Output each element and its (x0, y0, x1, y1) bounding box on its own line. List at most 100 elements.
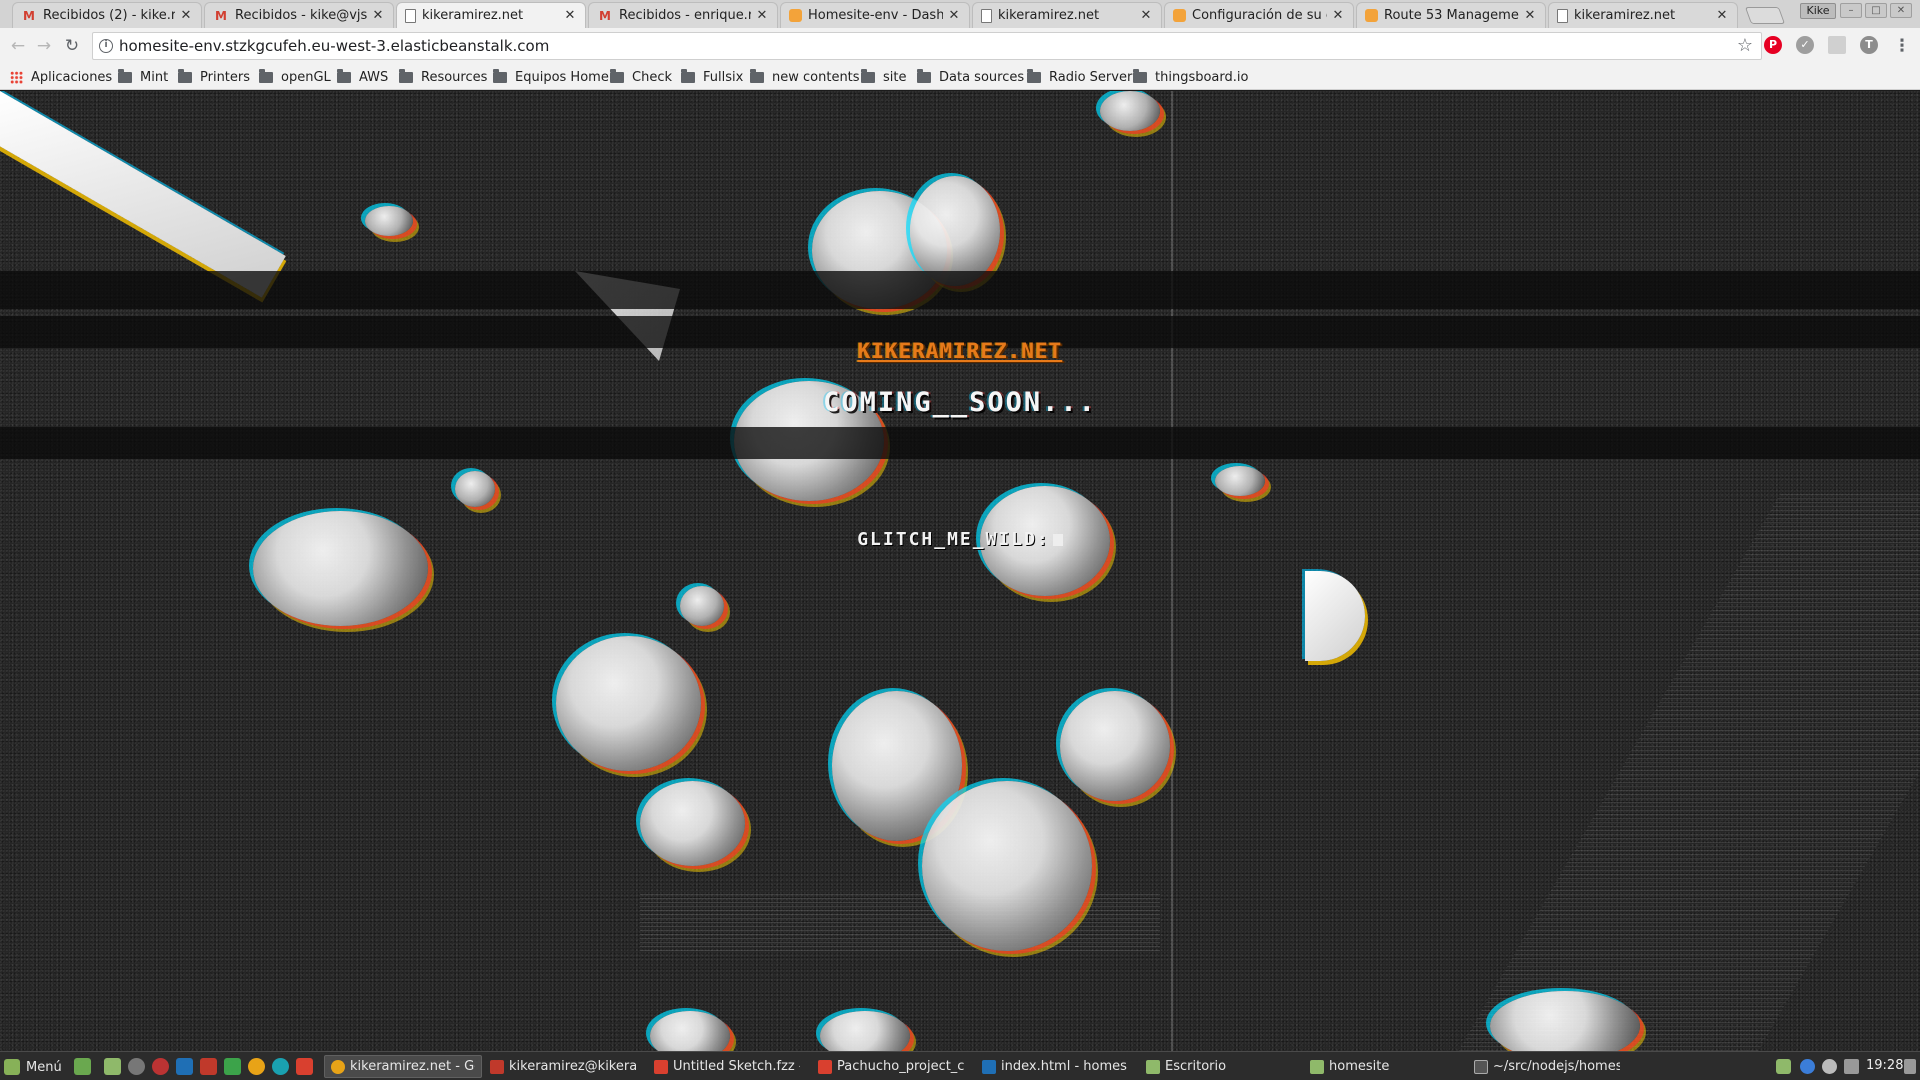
bookmark-folder[interactable]: Data sources (917, 68, 1024, 86)
bookmark-folder[interactable]: new contents (750, 68, 860, 86)
extension-grid-icon[interactable] (1828, 36, 1846, 54)
forward-arrow-icon[interactable]: → (34, 36, 54, 56)
tab-gmail-1[interactable]: M Recibidos (2) - kike.ram ✕ (12, 2, 202, 28)
maximize-icon[interactable]: □ (1865, 3, 1887, 18)
bookmark-folder[interactable]: Resources (399, 68, 487, 86)
close-tab-icon[interactable]: ✕ (755, 8, 769, 23)
user-icon[interactable] (1822, 1059, 1837, 1074)
tab-title: Recibidos - kike@vjspai (235, 8, 367, 23)
bookmark-apps[interactable]: Aplicaciones (10, 68, 112, 86)
back-arrow-icon[interactable]: ← (8, 36, 28, 56)
task-chrome[interactable]: kikeramirez.net - Go... (324, 1055, 482, 1078)
bookmark-folder[interactable]: Equipos Home (493, 68, 609, 86)
glitch-blob (556, 636, 701, 771)
bookmark-folder[interactable]: site (861, 68, 906, 86)
glitch-shard (0, 91, 286, 298)
task-fritzing-sketch[interactable]: Untitled Sketch.fzz - ... (648, 1055, 806, 1078)
task-label: index.html - homesit... (1001, 1059, 1128, 1074)
bluetooth-icon[interactable] (1800, 1059, 1815, 1074)
task-label: homesite (1329, 1059, 1390, 1074)
show-desktop-icon[interactable] (74, 1058, 91, 1075)
bookmark-folder[interactable]: Check (610, 68, 672, 86)
url-text[interactable]: homesite-env.stzkgcufeh.eu-west-3.elasti… (119, 37, 549, 55)
aws-icon (789, 9, 802, 22)
close-tab-icon[interactable]: ✕ (371, 8, 385, 23)
bookmark-folder[interactable]: thingsboard.io (1133, 68, 1248, 86)
files-icon[interactable] (104, 1058, 121, 1075)
fritzing-icon[interactable] (296, 1058, 313, 1075)
menu-kebab-icon[interactable]: ⋮ (1892, 36, 1912, 56)
bookmark-folder[interactable]: Fullsix (681, 68, 743, 86)
tab-gmail-3[interactable]: M Recibidos - enrique.ram ✕ (588, 2, 778, 28)
start-menu-button[interactable]: Menú (4, 1057, 62, 1077)
bookmark-folder[interactable]: openGL (259, 68, 331, 86)
close-tab-icon[interactable]: ✕ (1331, 8, 1345, 23)
close-tab-icon[interactable]: ✕ (563, 8, 577, 23)
tab-kikeramirez-3[interactable]: kikeramirez.net ✕ (1548, 2, 1738, 28)
folder-icon (178, 68, 192, 83)
network-icon[interactable] (1844, 1059, 1859, 1074)
task-terminal-nodejs[interactable]: ~/src/nodejs/homesi... (1468, 1055, 1626, 1078)
app-launcher-icon[interactable] (224, 1058, 241, 1075)
bookmark-folder[interactable]: Mint (118, 68, 168, 86)
tab-homesite-dashboard[interactable]: Homesite-env - Dashbo ✕ (780, 2, 970, 28)
close-tab-icon[interactable]: ✕ (1523, 8, 1537, 23)
task-terminal[interactable]: kikeramirez@kikera... (484, 1055, 642, 1078)
address-bar[interactable]: i homesite-env.stzkgcufeh.eu-west-3.elas… (92, 32, 1762, 60)
folder-icon (259, 68, 273, 83)
task-folder-homesite[interactable]: homesite (1304, 1055, 1462, 1078)
tab-route53[interactable]: Route 53 Management ✕ (1356, 2, 1546, 28)
volume-icon[interactable] (1904, 1059, 1916, 1074)
app-launcher-icon[interactable] (152, 1058, 169, 1075)
translate-icon[interactable]: T (1860, 36, 1878, 54)
app-launcher-icon[interactable] (200, 1058, 217, 1075)
chrome-icon[interactable] (248, 1058, 265, 1075)
pinterest-icon[interactable]: P (1764, 36, 1782, 54)
bookmark-folder[interactable]: Radio Server (1027, 68, 1132, 86)
bookmark-folder[interactable]: AWS (337, 68, 388, 86)
bookmark-star-icon[interactable]: ☆ (1737, 35, 1753, 56)
shield-icon[interactable] (1776, 1059, 1791, 1074)
arduino-icon[interactable] (272, 1058, 289, 1075)
glitch-prompt[interactable]: GLITCH_ME_WILD: (0, 529, 1920, 550)
bookmark-label: Data sources (939, 69, 1025, 85)
close-window-icon[interactable]: ✕ (1890, 3, 1912, 18)
close-tab-icon[interactable]: ✕ (947, 8, 961, 23)
glitch-blob (680, 586, 724, 626)
clock-app-icon[interactable] (128, 1058, 145, 1075)
minimize-icon[interactable]: – (1840, 3, 1862, 18)
folder-icon (750, 68, 764, 83)
tab-title: Recibidos - enrique.ram (619, 8, 751, 23)
folder-icon (1310, 1059, 1324, 1074)
folder-icon (1027, 68, 1041, 83)
task-fritzing-project[interactable]: Pachucho_project_c... (812, 1055, 970, 1078)
tab-title: kikeramirez.net (1574, 8, 1676, 23)
clock[interactable]: 19:28 (1866, 1058, 1903, 1073)
glitch-blob (640, 781, 745, 866)
close-tab-icon[interactable]: ✕ (1715, 8, 1729, 23)
profile-button[interactable]: Kike (1800, 3, 1836, 19)
bookmark-folder[interactable]: Printers (178, 68, 250, 86)
task-vscode[interactable]: index.html - homesit... (976, 1055, 1134, 1078)
text-cursor (1052, 534, 1063, 546)
bookmark-label: Printers (200, 69, 251, 85)
tab-configuracion[interactable]: Configuración de su em ✕ (1164, 2, 1354, 28)
task-label: kikeramirez@kikera... (509, 1059, 636, 1074)
site-title-link[interactable]: KIKERAMIREZ.NET (0, 339, 1920, 363)
extension-icon[interactable]: ✓ (1796, 36, 1814, 54)
bookmark-label: Fullsix (703, 69, 744, 85)
close-tab-icon[interactable]: ✕ (1139, 8, 1153, 23)
info-icon[interactable]: i (99, 39, 113, 53)
task-label: Pachucho_project_c... (837, 1059, 964, 1074)
bookmark-label: AWS (359, 69, 389, 85)
tab-kikeramirez-2[interactable]: kikeramirez.net ✕ (972, 2, 1162, 28)
tab-title: kikeramirez.net (422, 8, 524, 23)
task-label: kikeramirez.net - Go... (350, 1059, 475, 1074)
close-tab-icon[interactable]: ✕ (179, 8, 193, 23)
vscode-icon[interactable] (176, 1058, 193, 1075)
tab-gmail-2[interactable]: M Recibidos - kike@vjspai ✕ (204, 2, 394, 28)
new-tab-button[interactable] (1744, 7, 1786, 24)
task-folder-escritorio[interactable]: Escritorio (1140, 1055, 1298, 1078)
reload-icon[interactable]: ↻ (62, 36, 82, 56)
tab-kikeramirez-active[interactable]: kikeramirez.net ✕ (396, 2, 586, 28)
